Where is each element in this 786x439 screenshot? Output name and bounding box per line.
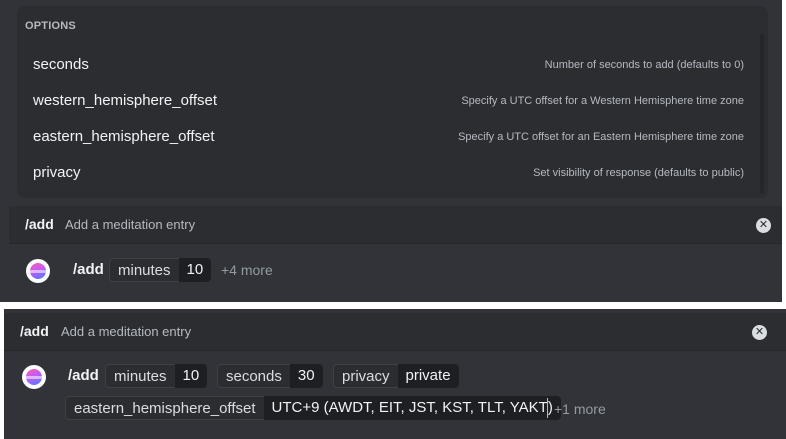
text-caret: [547, 398, 548, 418]
options-header: OPTIONS: [25, 20, 76, 32]
command-description: Add a meditation entry: [65, 217, 196, 232]
option-privacy[interactable]: privacy Set visibility of response (defa…: [17, 156, 768, 190]
close-icon[interactable]: ✕: [756, 218, 771, 233]
option-description: Number of seconds to add (defaults to 0): [544, 59, 744, 71]
param-value[interactable]: private: [397, 364, 459, 388]
param-chip-seconds[interactable]: seconds 30: [217, 364, 323, 388]
top-panel: OPTIONS seconds Number of seconds to add…: [0, 0, 782, 302]
command-header-bar: /add Add a meditation entry ✕: [4, 313, 786, 351]
input-command-name: /add: [73, 261, 104, 278]
app-avatar-icon: [26, 259, 50, 283]
param-chip-minutes[interactable]: minutes 10: [105, 364, 208, 388]
param-value[interactable]: 10: [178, 258, 212, 282]
app-avatar-icon: [22, 365, 46, 389]
close-icon[interactable]: ✕: [752, 325, 767, 340]
param-key: minutes: [105, 364, 175, 388]
option-name: seconds: [33, 56, 89, 73]
command-name: /add: [20, 323, 49, 339]
option-name: privacy: [33, 164, 81, 181]
option-eastern-hemisphere-offset[interactable]: eastern_hemisphere_offset Specify a UTC …: [17, 120, 768, 154]
param-chip-eastern-hemisphere-offset[interactable]: eastern_hemisphere_offset UTC+9 (AWDT, E…: [65, 396, 561, 420]
input-command-name: /add: [68, 367, 99, 384]
options-autocomplete-popup: OPTIONS seconds Number of seconds to add…: [17, 6, 768, 198]
option-description: Set visibility of response (defaults to …: [533, 167, 744, 179]
message-input-row[interactable]: /add minutes 10 seconds 30 privacy priva…: [4, 353, 786, 439]
option-seconds[interactable]: seconds Number of seconds to add (defaul…: [17, 48, 768, 82]
param-value[interactable]: 10: [174, 364, 208, 388]
option-western-hemisphere-offset[interactable]: western_hemisphere_offset Specify a UTC …: [17, 84, 768, 118]
option-description: Specify a UTC offset for a Western Hemis…: [461, 95, 744, 107]
options-scrollbar[interactable]: [760, 34, 764, 194]
param-key: minutes: [109, 258, 179, 282]
option-name: eastern_hemisphere_offset: [33, 128, 215, 145]
message-input-row[interactable]: /add minutes 10 +4 more: [0, 246, 782, 302]
param-chip-privacy[interactable]: privacy private: [333, 364, 459, 388]
bottom-panel: /add Add a meditation entry ✕ /add minut…: [4, 309, 786, 439]
param-value[interactable]: 30: [289, 364, 323, 388]
param-key: privacy: [333, 364, 398, 388]
param-key: eastern_hemisphere_offset: [65, 396, 264, 420]
param-chip-minutes[interactable]: minutes 10: [109, 258, 212, 282]
option-description: Specify a UTC offset for an Eastern Hemi…: [458, 131, 744, 143]
param-key: seconds: [217, 364, 290, 388]
more-options-count[interactable]: +4 more: [221, 262, 273, 278]
param-value[interactable]: UTC+9 (AWDT, EIT, JST, KST, TLT, YAKT): [263, 396, 561, 420]
command-description: Add a meditation entry: [61, 324, 192, 339]
more-options-count[interactable]: +1 more: [554, 401, 606, 417]
command-name: /add: [25, 216, 54, 232]
option-name: western_hemisphere_offset: [33, 92, 217, 109]
command-header-bar: /add Add a meditation entry ✕: [9, 206, 782, 244]
